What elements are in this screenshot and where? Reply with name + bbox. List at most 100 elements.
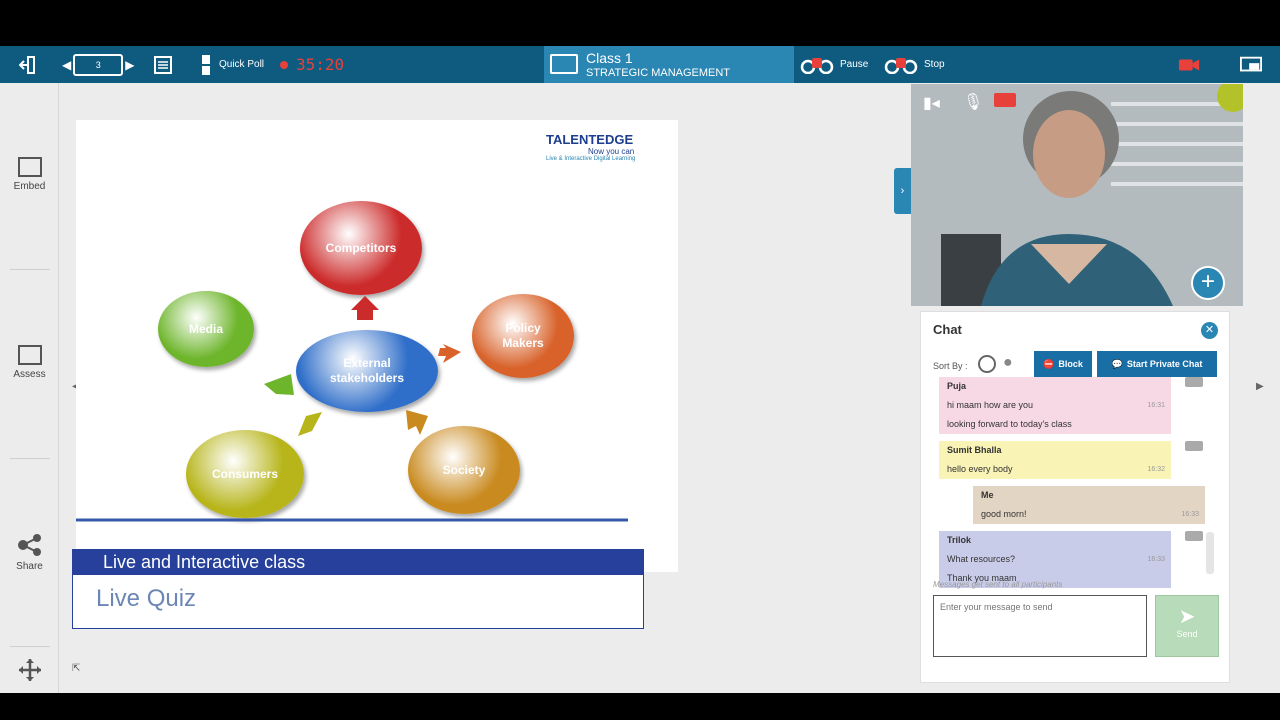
embed-icon xyxy=(17,157,42,177)
sidebar-item-assess[interactable]: Assess xyxy=(0,345,59,380)
message-time: 16:33 xyxy=(1147,556,1165,563)
assess-icon xyxy=(17,345,42,365)
message-sender: Trilok xyxy=(947,535,972,545)
send-icon: ➤ xyxy=(1178,606,1196,628)
sidebar-divider xyxy=(10,646,50,647)
caption-body: Live Quiz xyxy=(96,585,197,612)
private-chat-icon: 💬 xyxy=(1111,358,1123,369)
message-line: hi maam how are you 16:31 xyxy=(939,396,1171,415)
main-area: Embed Assess Share ◀ ▶ ⇱ xyxy=(0,83,1280,693)
camera-icon[interactable]: ▮◂ xyxy=(923,93,940,113)
message-sender: Puja xyxy=(947,381,967,391)
message-text: good morn! xyxy=(981,509,1027,519)
caption-box: Live and Interactive class Live Quiz xyxy=(72,549,644,629)
message-text: What resources? xyxy=(947,554,1016,564)
pause-icon xyxy=(800,54,834,76)
microphone-icon[interactable]: 🎙 xyxy=(963,92,983,112)
recording-timer: 35:20 xyxy=(280,46,344,83)
arrow-up-shaft xyxy=(357,308,373,320)
message-time: 16:32 xyxy=(1147,466,1165,473)
stop-label: Stop xyxy=(924,59,945,70)
chat-message-own: Me good morn! 16:33 xyxy=(973,486,1205,524)
reply-icon[interactable] xyxy=(1185,531,1203,541)
record-dot-icon xyxy=(280,60,288,69)
private-chat-label: Start Private Chat xyxy=(1126,359,1203,369)
presentation-slide: TALENTEDGE Now you can Live & Interactiv… xyxy=(76,120,678,572)
pause-button[interactable]: Pause xyxy=(800,46,868,83)
screen-share-button[interactable] xyxy=(1240,46,1262,83)
sidebar-item-label: Assess xyxy=(13,369,46,380)
notes-button[interactable] xyxy=(152,46,174,83)
reply-icon[interactable] xyxy=(1185,441,1203,451)
message-time: 16:33 xyxy=(1181,511,1199,518)
app-screen: ◀ 3 ▶ Quick Poll 35:20 Class 1 STRATEGIC… xyxy=(0,0,1280,720)
stop-icon xyxy=(884,54,918,76)
screen-share-icon xyxy=(1240,54,1262,76)
sidebar-item-label: Embed xyxy=(13,181,46,192)
person-icon[interactable]: ● xyxy=(1003,354,1013,372)
chat-notice: Messages get sent to all participants xyxy=(933,580,1063,589)
sidebar-divider xyxy=(10,269,50,270)
prev-page-icon[interactable]: ◀ xyxy=(62,58,71,72)
sidebar-item-label: Share xyxy=(16,561,43,572)
caption-header: Live and Interactive class xyxy=(73,550,643,575)
arrow-right xyxy=(438,344,461,363)
sort-by-label: Sort By : xyxy=(933,361,968,371)
chat-title: Chat xyxy=(933,322,962,337)
share-icon xyxy=(17,533,43,557)
sidebar-item-embed[interactable]: Embed xyxy=(0,157,59,192)
list-icon xyxy=(152,54,174,76)
quick-poll-label: Quick Poll xyxy=(219,59,265,70)
class-name: Class 1 xyxy=(586,50,633,66)
class-info: Class 1 STRATEGIC MANAGEMENT xyxy=(544,46,794,83)
page-navigator[interactable]: ◀ 3 ▶ xyxy=(62,46,134,83)
send-label: Send xyxy=(1176,629,1198,639)
stop-button[interactable]: Stop xyxy=(884,46,945,83)
small-tool-icon[interactable]: ⇱ xyxy=(72,663,80,674)
sidebar-divider xyxy=(10,458,50,459)
message-sender: Sumit Bhalla xyxy=(947,445,1002,455)
message-line: good morn! 16:33 xyxy=(973,505,1205,524)
block-button[interactable]: ⛔ Block xyxy=(1034,351,1092,377)
add-video-button[interactable]: + xyxy=(1191,266,1225,300)
pause-label: Pause xyxy=(840,59,869,70)
diagram-arrows xyxy=(76,296,628,522)
video-record-icon xyxy=(1178,54,1200,76)
reply-icon[interactable] xyxy=(1185,377,1203,387)
exit-icon xyxy=(18,54,40,76)
quick-poll-button[interactable]: Quick Poll xyxy=(196,46,264,83)
move-handle[interactable] xyxy=(0,658,59,685)
message-line: What resources? 16:33 xyxy=(939,550,1171,569)
message-text: hello every body xyxy=(947,464,1013,474)
next-slide-icon[interactable]: ▶ xyxy=(1256,381,1264,392)
sidebar-item-share[interactable]: Share xyxy=(0,533,59,572)
video-record-toggle-icon[interactable] xyxy=(994,93,1016,107)
block-label: Block xyxy=(1058,359,1083,369)
page-number[interactable]: 3 xyxy=(73,53,124,76)
send-button[interactable]: ➤ Send xyxy=(1155,595,1219,657)
poll-icon xyxy=(196,54,218,76)
chat-scrollbar[interactable] xyxy=(1206,532,1214,574)
left-sidebar: Embed Assess Share xyxy=(0,83,59,693)
message-text: hi maam how are you xyxy=(947,400,1034,410)
video-feed: ▮◂ 🎙 + xyxy=(911,84,1243,306)
clock-icon[interactable] xyxy=(978,355,996,373)
arrow-down-left xyxy=(298,412,322,436)
class-subject: STRATEGIC MANAGEMENT xyxy=(586,67,731,79)
arrow-down-right xyxy=(406,410,428,435)
top-toolbar: ◀ 3 ▶ Quick Poll 35:20 Class 1 STRATEGIC… xyxy=(0,46,1280,83)
message-line: looking forward to today's class xyxy=(939,415,1171,434)
start-private-chat-button[interactable]: 💬 Start Private Chat xyxy=(1097,351,1217,377)
exit-button[interactable] xyxy=(18,46,40,83)
next-page-icon[interactable]: ▶ xyxy=(125,58,134,72)
close-chat-icon[interactable]: ✕ xyxy=(1201,322,1218,339)
video-record-button[interactable] xyxy=(1178,46,1200,83)
chat-message-input[interactable] xyxy=(933,595,1147,657)
message-line: hello every body 16:32 xyxy=(939,460,1171,479)
message-text: looking forward to today's class xyxy=(947,419,1072,429)
block-icon: ⛔ xyxy=(1043,358,1055,369)
chat-panel: Chat ✕ Sort By : ● ⛔ Block 💬 Start Priva… xyxy=(920,311,1230,683)
chat-message: Sumit Bhalla hello every body 16:32 xyxy=(939,441,1171,479)
slide-icon xyxy=(550,54,578,74)
collapse-panel-button[interactable]: › xyxy=(894,168,911,214)
